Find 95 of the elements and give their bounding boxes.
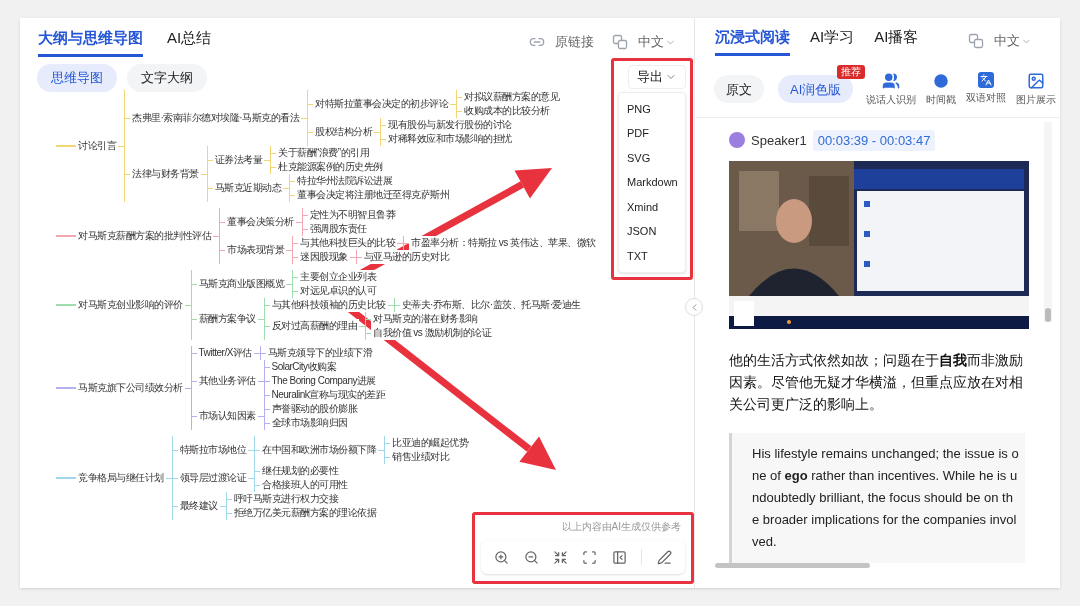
mind-map-node[interactable]: 反对过高薪酬的理由: [269, 319, 359, 333]
original-paragraph: His lifestyle remains unchanged; the issue is one of ego rather than incentives. While he is undoubtedly brilliant, the focus should be on the broader implications for the companies involved.: [752, 445, 1019, 552]
tool-label[interactable]: 双语对照: [966, 90, 1006, 106]
mind-map-node[interactable]: 董事会决定将注册地迁至得克萨斯州: [295, 188, 451, 202]
mind-map-node[interactable]: 董事会决策分析: [225, 215, 296, 229]
mind-map-node[interactable]: 最终建议: [177, 499, 220, 513]
mind-map-node[interactable]: 领导层过渡论证: [177, 471, 248, 485]
mind-map-node[interactable]: 呼吁马斯克进行权力交接: [231, 492, 340, 506]
mind-map-node[interactable]: 与其他科技巨头的比较: [298, 236, 397, 250]
mind-map-node[interactable]: 关于薪酬“浪费”的引用: [276, 146, 372, 160]
zoom-in-icon[interactable]: [494, 549, 510, 565]
mind-map-node[interactable]: 马斯克商业版图概览: [196, 277, 286, 291]
mind-map-node[interactable]: SolarCity收购案: [269, 360, 339, 374]
mind-map-node[interactable]: 特斯拉市场地位: [177, 443, 248, 457]
mind-map-node[interactable]: 现有股份与新发行股份的讨论: [386, 118, 514, 132]
mind-map-node[interactable]: 马斯克近期动态: [212, 181, 283, 195]
menu-item[interactable]: Markdown: [619, 170, 685, 195]
mind-map-node[interactable]: 在中国和欧洲市场份额下降: [260, 443, 378, 457]
mind-map-node[interactable]: 讨论引言: [76, 139, 118, 153]
menu-item[interactable]: PNG: [619, 96, 685, 121]
tab[interactable]: 大纲与思维导图: [38, 27, 143, 57]
mind-map-node[interactable]: 全球市场影响归因: [269, 416, 350, 430]
mind-map-node[interactable]: 对远见卓识的认可: [298, 284, 378, 298]
mind-map-node[interactable]: 迷因股现象: [298, 250, 350, 264]
mind-map-node[interactable]: 薪酬方案争议: [196, 312, 258, 326]
mind-map-node[interactable]: 对拟议薪酬方案的意见: [462, 90, 562, 104]
mind-map-node[interactable]: 股权结构分析: [313, 125, 375, 139]
mind-map-node[interactable]: 对稀释效应和市场影响的担忧: [386, 132, 514, 146]
speaker-name: Speaker1: [751, 131, 807, 150]
shrink-icon[interactable]: [553, 549, 569, 565]
timestamp[interactable]: 00:03:39 - 00:03:47: [812, 129, 936, 152]
mind-map-node[interactable]: 对马斯克创业影响的评价: [76, 298, 185, 312]
language-dropdown[interactable]: 中文: [994, 31, 1032, 51]
mind-map-node[interactable]: 杰弗里·索南菲尔德对埃隆·马斯克的看法: [130, 111, 302, 125]
disclaimer: 以上内容由AI生成仅供参考: [561, 520, 682, 534]
mind-map-node[interactable]: 杜克能源案例的历史先例: [276, 160, 385, 174]
source-link[interactable]: 原链接: [555, 32, 594, 52]
mind-map-node[interactable]: 市场认知因素: [196, 409, 258, 423]
mind-map-node[interactable]: 对特斯拉董事会决定的初步评论: [313, 97, 451, 111]
mind-map-node[interactable]: 主要创立企业列表: [298, 270, 378, 284]
mind-map-node[interactable]: 法律与财务背景: [130, 167, 201, 181]
export-button[interactable]: 导出: [628, 65, 686, 89]
mind-map-node[interactable]: Twitter/X评估: [196, 346, 254, 360]
mind-map-node[interactable]: 定性为不明智且鲁莽: [307, 208, 397, 222]
panel-icon[interactable]: [611, 549, 627, 565]
mind-map-node[interactable]: 对马斯克薪酬方案的批判性评估: [76, 229, 213, 243]
pencil-icon[interactable]: [656, 549, 672, 565]
view-toggle[interactable]: 文字大纲: [127, 64, 207, 92]
fullscreen-icon[interactable]: [582, 549, 598, 565]
menu-item[interactable]: PDF: [619, 121, 685, 146]
mind-map-node[interactable]: 其他业务评估: [196, 374, 258, 388]
speaker-avatar: [729, 132, 745, 149]
language-dropdown[interactable]: 中文: [638, 32, 676, 52]
mind-map-node[interactable]: 竞争格局与继任计划: [76, 471, 166, 485]
mind-map-node[interactable]: 强调股东责任: [307, 222, 369, 236]
image-icon[interactable]: [1027, 71, 1045, 90]
zoom-out-icon[interactable]: [523, 549, 539, 565]
users-icon[interactable]: [882, 71, 900, 90]
menu-item[interactable]: JSON: [619, 219, 685, 244]
mind-map-node[interactable]: 对马斯克的潜在财务影响: [371, 312, 480, 326]
version-toggle[interactable]: 原文: [714, 75, 764, 104]
badge: 推荐: [837, 65, 866, 80]
mind-map-node[interactable]: 马斯克领导下的业绩下滑: [265, 346, 375, 360]
mind-map-node[interactable]: 马斯克旗下公司绩效分析: [76, 381, 185, 395]
mind-map-node[interactable]: 史蒂夫·乔布斯、比尔·盖茨、托马斯·爱迪生: [399, 298, 583, 312]
tool-label[interactable]: 图片展示: [1016, 92, 1056, 108]
mind-map-node[interactable]: 证券法考量: [212, 153, 264, 167]
mind-map-node[interactable]: 与其他科技领袖的历史比较: [269, 298, 388, 312]
menu-item[interactable]: TXT: [619, 243, 685, 268]
mind-map-node[interactable]: The Boring Company进展: [269, 374, 378, 388]
mind-map-node[interactable]: Neuralink宣称与现实的差距: [269, 388, 388, 402]
mind-map-node[interactable]: 声誉驱动的股价膨胀: [269, 402, 359, 416]
mind-map-node[interactable]: 拒绝万亿美元薪酬方案的理论依据: [231, 506, 378, 520]
scrollbar[interactable]: [715, 563, 870, 569]
mind-map-node[interactable]: 与亚马逊的历史对比: [361, 250, 451, 264]
tab[interactable]: AI学习: [810, 26, 855, 56]
mind-map-node[interactable]: 特拉华州法院诉讼进展: [295, 174, 394, 188]
menu-item[interactable]: SVG: [619, 145, 685, 170]
mind-map-node[interactable]: 自我价值 vs 激励机制的论证: [371, 326, 494, 340]
mind-map-node[interactable]: 收购成本的比较分析: [462, 104, 552, 118]
tab[interactable]: AI总结: [167, 27, 212, 57]
translated-paragraph: 他的生活方式依然如故；问题在于自我而非激励因素。尽管他无疑才华横溢，但重点应放在对相关公司更广泛的影响上。: [729, 351, 1024, 415]
menu-item[interactable]: Xmind: [619, 194, 685, 219]
tab[interactable]: 沉浸式阅读: [715, 26, 790, 56]
tool-label[interactable]: 时间戳: [926, 92, 956, 108]
mind-map-node[interactable]: 市盈率分析：特斯拉 vs 英伟达、苹果、微软: [409, 236, 598, 250]
mind-map-node[interactable]: 比亚迪的崛起优势: [390, 436, 470, 450]
tab[interactable]: AI播客: [874, 26, 919, 56]
scrollbar[interactable]: [1044, 121, 1052, 322]
mind-map-node[interactable]: 市场表现背景: [225, 243, 286, 257]
tool-label[interactable]: 说话人识别: [866, 92, 916, 108]
view-toggle[interactable]: 思维导图: [37, 64, 117, 92]
mind-map-node[interactable]: 合格接班人的可用性: [260, 478, 350, 492]
mind-map-node[interactable]: 继任规划的必要性: [260, 464, 340, 478]
mind-map-node[interactable]: 销售业绩对比: [390, 450, 451, 464]
